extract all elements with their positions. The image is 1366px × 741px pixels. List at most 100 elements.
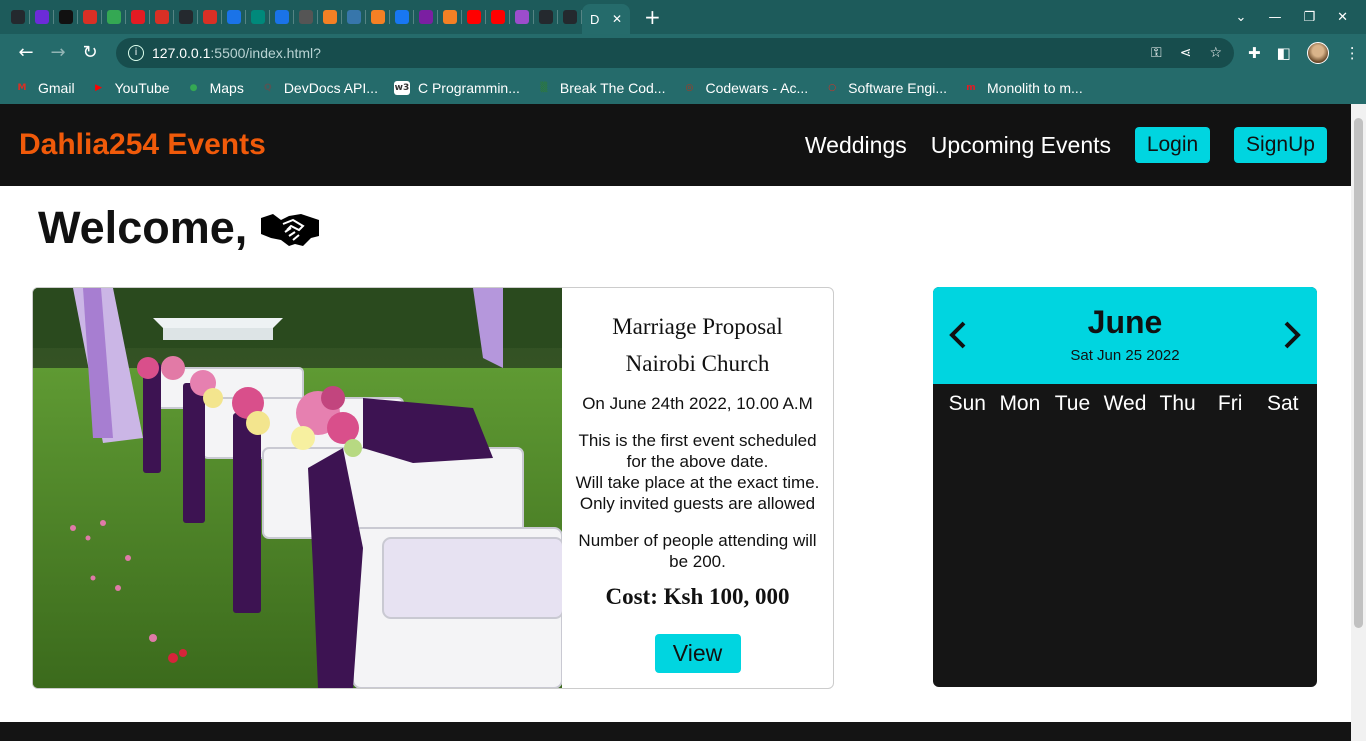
- bookmark-label: DevDocs API...: [283, 79, 378, 96]
- browser-tab[interactable]: L: [174, 0, 198, 34]
- new-tab-icon[interactable]: +: [644, 5, 661, 29]
- browser-tab[interactable]: F: [150, 0, 174, 34]
- bookmark-item[interactable]: ▒ Break The Cod...: [536, 80, 665, 96]
- bookmark-item[interactable]: m Monolith to m...: [963, 80, 1082, 96]
- wedding-aisle-image: [33, 288, 562, 688]
- browser-tab[interactable]: C: [462, 0, 486, 34]
- browser-tab[interactable]: a: [270, 0, 294, 34]
- site-header: Dahlia254 Events Weddings Upcoming Event…: [0, 104, 1351, 186]
- browser-tab[interactable]: c: [438, 0, 462, 34]
- w3schools-icon: w3: [393, 80, 410, 95]
- event-date: On June 24th 2022, 10.00 A.M: [582, 394, 813, 413]
- browser-tab[interactable]: L: [534, 0, 558, 34]
- url-path: :5500/index.html?: [210, 44, 321, 61]
- profile-avatar[interactable]: [1306, 41, 1329, 64]
- browser-tab[interactable]: Ir: [198, 0, 222, 34]
- share-icon[interactable]: ⋖: [1180, 45, 1192, 61]
- bookmark-item[interactable]: ● Maps: [186, 80, 244, 96]
- menu-dots-icon[interactable]: ⋮: [1345, 44, 1360, 62]
- extensions-puzzle-icon[interactable]: ✚: [1248, 44, 1261, 62]
- browser-tab[interactable]: H: [126, 0, 150, 34]
- browser-tab[interactable]: C: [246, 0, 270, 34]
- weekday-label: Wed: [1103, 392, 1147, 415]
- browser-tab[interactable]: L: [6, 0, 30, 34]
- youtube-icon: [491, 10, 505, 24]
- close-window-icon[interactable]: ✕: [1337, 10, 1348, 25]
- bookmark-item[interactable]: ◎ Codewars - Ac...: [681, 80, 809, 96]
- browser-tab[interactable]: H: [390, 0, 414, 34]
- event-cost: Cost: Ksh 100, 000: [605, 584, 790, 609]
- address-bar[interactable]: i 127.0.0.1:5500/index.html? ⚿ ⋖ ☆: [116, 37, 1234, 68]
- github-icon: [179, 10, 193, 24]
- bookmark-item[interactable]: Q DevDocs API...: [260, 80, 378, 96]
- signup-button[interactable]: SignUp: [1234, 127, 1327, 163]
- view-event-button[interactable]: View: [654, 634, 741, 673]
- bookmark-item[interactable]: ○ Software Engi...: [824, 80, 947, 96]
- reload-icon[interactable]: ↻: [74, 37, 106, 69]
- browser-tab[interactable]: E: [486, 0, 510, 34]
- nav-upcoming-events-link[interactable]: Upcoming Events: [931, 132, 1111, 159]
- calendar-weekdays: Sun Mon Tue Wed Thu Fri Sat: [933, 384, 1317, 416]
- weekday-label: Tue: [1054, 392, 1091, 415]
- event-venue: Nairobi Church: [625, 351, 770, 376]
- youtube-icon: ▶: [95, 82, 103, 93]
- browser-tab[interactable]: U: [558, 0, 582, 34]
- minimize-icon[interactable]: —: [1268, 10, 1281, 25]
- nav-weddings-link[interactable]: Weddings: [805, 132, 907, 159]
- pinwheel-icon: [107, 10, 121, 24]
- stack-icon: [323, 10, 337, 24]
- active-tab[interactable]: D ✕: [582, 4, 630, 34]
- browser-tab[interactable]: j: [318, 0, 342, 34]
- site-info-icon[interactable]: i: [128, 44, 144, 61]
- calendar-header: June Sat Jun 25 2022: [933, 287, 1317, 384]
- weekday-label: Thu: [1159, 392, 1196, 415]
- settings-gear-icon: [35, 10, 49, 24]
- tab-search-chevron-icon[interactable]: ⌄: [1236, 10, 1247, 25]
- chevron-left-icon[interactable]: [943, 317, 973, 353]
- tab-list: LLSIrFHFLIrMCaFjHHHNcCEHLU: [0, 0, 582, 34]
- browser-tab[interactable]: H: [510, 0, 534, 34]
- browser-tab[interactable]: L: [30, 0, 54, 34]
- weekday-label: Sun: [948, 392, 986, 415]
- bookmark-item[interactable]: ▶ YouTube: [91, 80, 169, 96]
- calendar-icon: [227, 10, 241, 24]
- brand-logo[interactable]: Dahlia254 Events: [19, 128, 266, 162]
- m-logo-icon: [131, 10, 145, 24]
- browser-tab[interactable]: F: [294, 0, 318, 34]
- chevron-right-icon[interactable]: [1277, 317, 1307, 353]
- restore-icon[interactable]: ❐: [1303, 10, 1315, 25]
- handshake-icon: [261, 214, 320, 246]
- browser-tab[interactable]: H: [342, 0, 366, 34]
- bookmark-item[interactable]: M Gmail: [14, 80, 75, 96]
- side-panel-icon[interactable]: ◧: [1277, 44, 1291, 62]
- multicolor-icon: [419, 10, 433, 24]
- browser-tab[interactable]: H: [366, 0, 390, 34]
- gmail-icon: M: [17, 82, 27, 93]
- forward-arrow-icon[interactable]: →: [42, 37, 74, 69]
- welcome-heading: Welcome,: [38, 202, 321, 254]
- login-button[interactable]: Login: [1135, 127, 1210, 163]
- ring-icon: [155, 10, 169, 24]
- calendar-month: June: [1087, 304, 1163, 340]
- event-card: Marriage Proposal Nairobi Church On June…: [32, 287, 834, 689]
- scrollbar-thumb[interactable]: [1354, 118, 1363, 628]
- browser-tab[interactable]: N: [414, 0, 438, 34]
- bookmark-star-icon[interactable]: ☆: [1209, 45, 1222, 61]
- event-description: This is the first event scheduled for th…: [568, 430, 828, 514]
- browser-tab[interactable]: S: [54, 0, 78, 34]
- browser-tab[interactable]: M: [222, 0, 246, 34]
- bookmark-item[interactable]: w3 C Programmin...: [393, 80, 520, 96]
- flag-icon: [275, 10, 289, 24]
- event-description-line: This is the first event scheduled for th…: [578, 431, 817, 471]
- url-host: 127.0.0.1: [152, 44, 211, 61]
- browser-tab[interactable]: F: [102, 0, 126, 34]
- close-tab-icon[interactable]: ✕: [612, 12, 622, 26]
- browser-tab[interactable]: Ir: [78, 0, 102, 34]
- page-scrollbar[interactable]: [1351, 104, 1366, 741]
- calendar-widget: June Sat Jun 25 2022 Sun Mon Tue Wed Thu Fri S…: [933, 287, 1317, 687]
- devdocs-icon: Q: [263, 82, 272, 93]
- meet-icon: [251, 10, 265, 24]
- github-icon: [11, 10, 25, 24]
- back-arrow-icon[interactable]: ←: [10, 37, 42, 69]
- key-icon[interactable]: ⚿: [1151, 45, 1162, 61]
